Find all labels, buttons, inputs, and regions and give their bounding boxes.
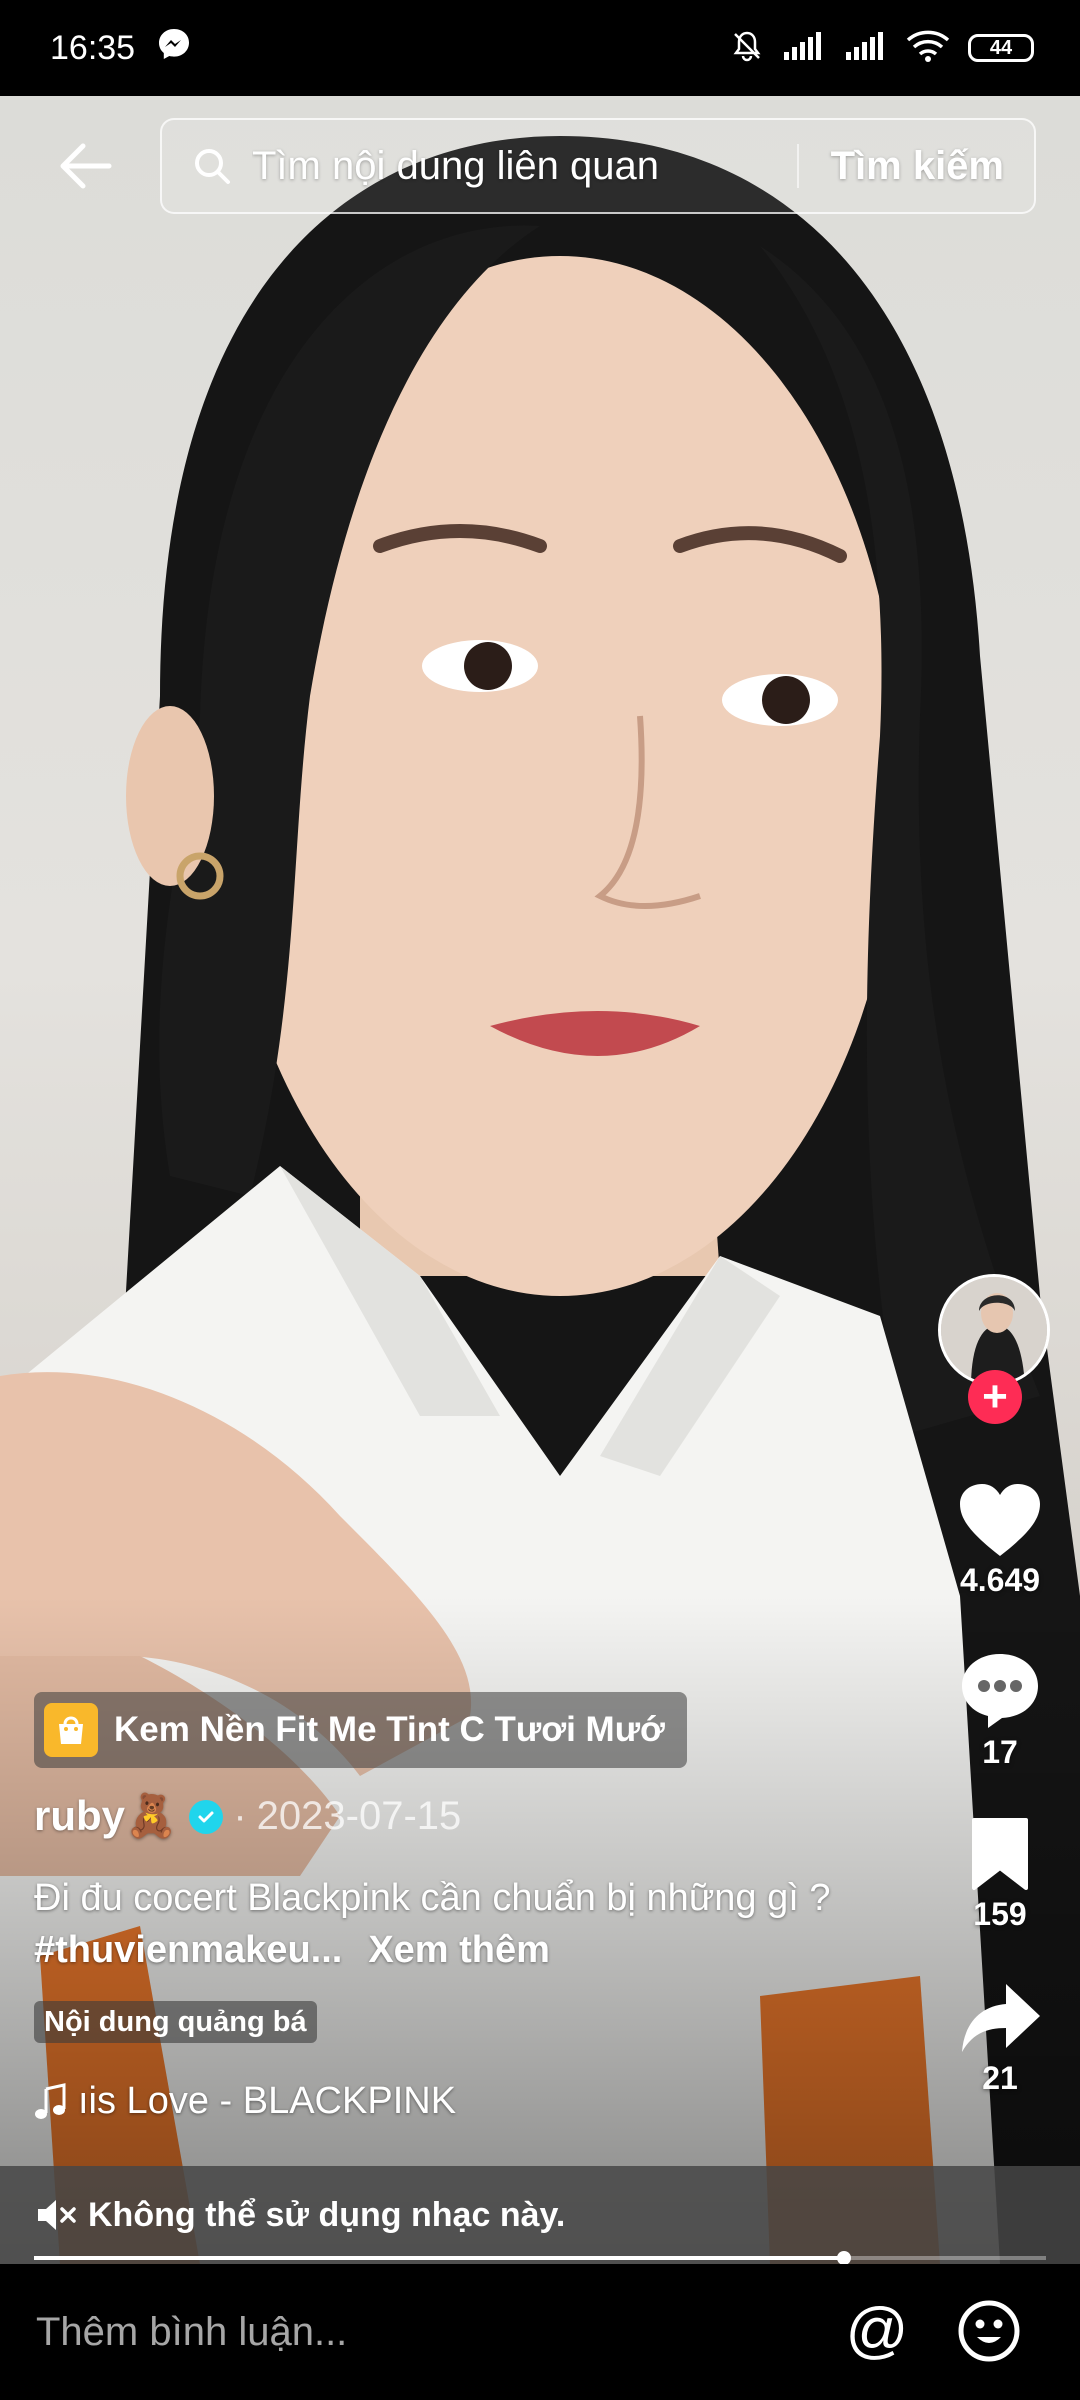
music-unavailable-bar: Không thể sử dụng nhạc này.	[0, 2166, 1080, 2264]
search-box: Tìm kiếm	[160, 118, 1036, 214]
back-button[interactable]	[50, 134, 120, 198]
music-info[interactable]: ıis Love - BLACKPINK	[34, 2080, 456, 2123]
follow-plus-icon: +	[982, 1372, 1008, 1421]
mention-button[interactable]: @	[842, 2296, 912, 2366]
music-unavailable-text: Không thể sử dụng nhạc này.	[88, 2195, 566, 2234]
search-icon	[192, 144, 236, 188]
caption-hashtag[interactable]: #thuvienmakeu...	[34, 1929, 342, 1971]
status-bar: 16:35 44	[0, 0, 1080, 96]
status-left: 16:35	[50, 27, 191, 70]
music-note-icon	[35, 2082, 66, 2119]
search-button[interactable]: Tìm kiếm	[799, 144, 1034, 189]
comment-count: 17	[982, 1734, 1018, 1770]
status-right: 44	[730, 29, 1034, 68]
mute-bell-icon	[730, 29, 764, 68]
product-name: Kem Nền Fit Me Tint C Tươi Mướ	[114, 1710, 665, 1749]
share-icon	[962, 1984, 1040, 2052]
author-username[interactable]: ruby🧸	[34, 1792, 177, 1841]
video-progress-bar[interactable]	[34, 2251, 1046, 2265]
follow-button[interactable]: +	[968, 1370, 1022, 1424]
emoji-button[interactable]	[954, 2296, 1024, 2366]
share-count: 21	[982, 2060, 1018, 2096]
save-action[interactable]: 159	[930, 1816, 1070, 1933]
like-count: 4.649	[959, 1562, 1041, 1598]
like-action[interactable]: 4.649	[930, 1482, 1070, 1599]
messenger-icon	[157, 27, 191, 70]
shopping-bag-icon	[44, 1703, 98, 1757]
see-more-button[interactable]: Xem thêm	[368, 1929, 550, 1971]
battery-level: 44	[989, 36, 1013, 59]
search-input[interactable]	[250, 142, 797, 190]
battery-icon: 44	[968, 34, 1034, 62]
bookmark-icon	[972, 1818, 1028, 1890]
video-progress-knob[interactable]	[836, 2251, 851, 2265]
post-date: 2023-07-15	[256, 1794, 462, 1838]
signal-icon	[844, 30, 888, 67]
speaker-muted-icon	[38, 2200, 76, 2230]
music-title: ıis Love - BLACKPINK	[78, 2080, 457, 2122]
author-line: ruby🧸 · 2023-07-15	[34, 1792, 461, 1841]
status-time: 16:35	[50, 28, 136, 67]
video-progress-fill	[34, 2256, 844, 2260]
heart-icon	[960, 1484, 1040, 1556]
emoji-icon	[958, 2300, 1020, 2362]
save-count: 159	[973, 1896, 1027, 1932]
comment-action[interactable]: 17	[930, 1650, 1070, 1771]
creator-avatar-group: +	[930, 1274, 1050, 1434]
top-bar: Tìm kiếm	[0, 116, 1080, 216]
signal-icon	[782, 30, 826, 67]
comment-icon	[962, 1654, 1038, 1728]
wifi-icon	[906, 29, 950, 68]
verified-badge-icon	[189, 1799, 224, 1834]
caption-text: Đi đu cocert Blackpink cần chuẩn bị nhữn…	[34, 1877, 831, 1919]
video-caption: Đi đu cocert Blackpink cần chuẩn bị nhữn…	[34, 1872, 834, 1976]
sponsored-label: Nội dung quảng bá	[34, 2001, 317, 2043]
comment-input[interactable]	[34, 2308, 798, 2356]
comment-bar: @	[0, 2264, 1080, 2400]
back-arrow-icon	[60, 143, 112, 189]
date-separator: ·	[233, 1794, 247, 1838]
share-action[interactable]: 21	[930, 1980, 1070, 2097]
product-anchor[interactable]: Kem Nền Fit Me Tint C Tươi Mướ	[34, 1692, 687, 1768]
